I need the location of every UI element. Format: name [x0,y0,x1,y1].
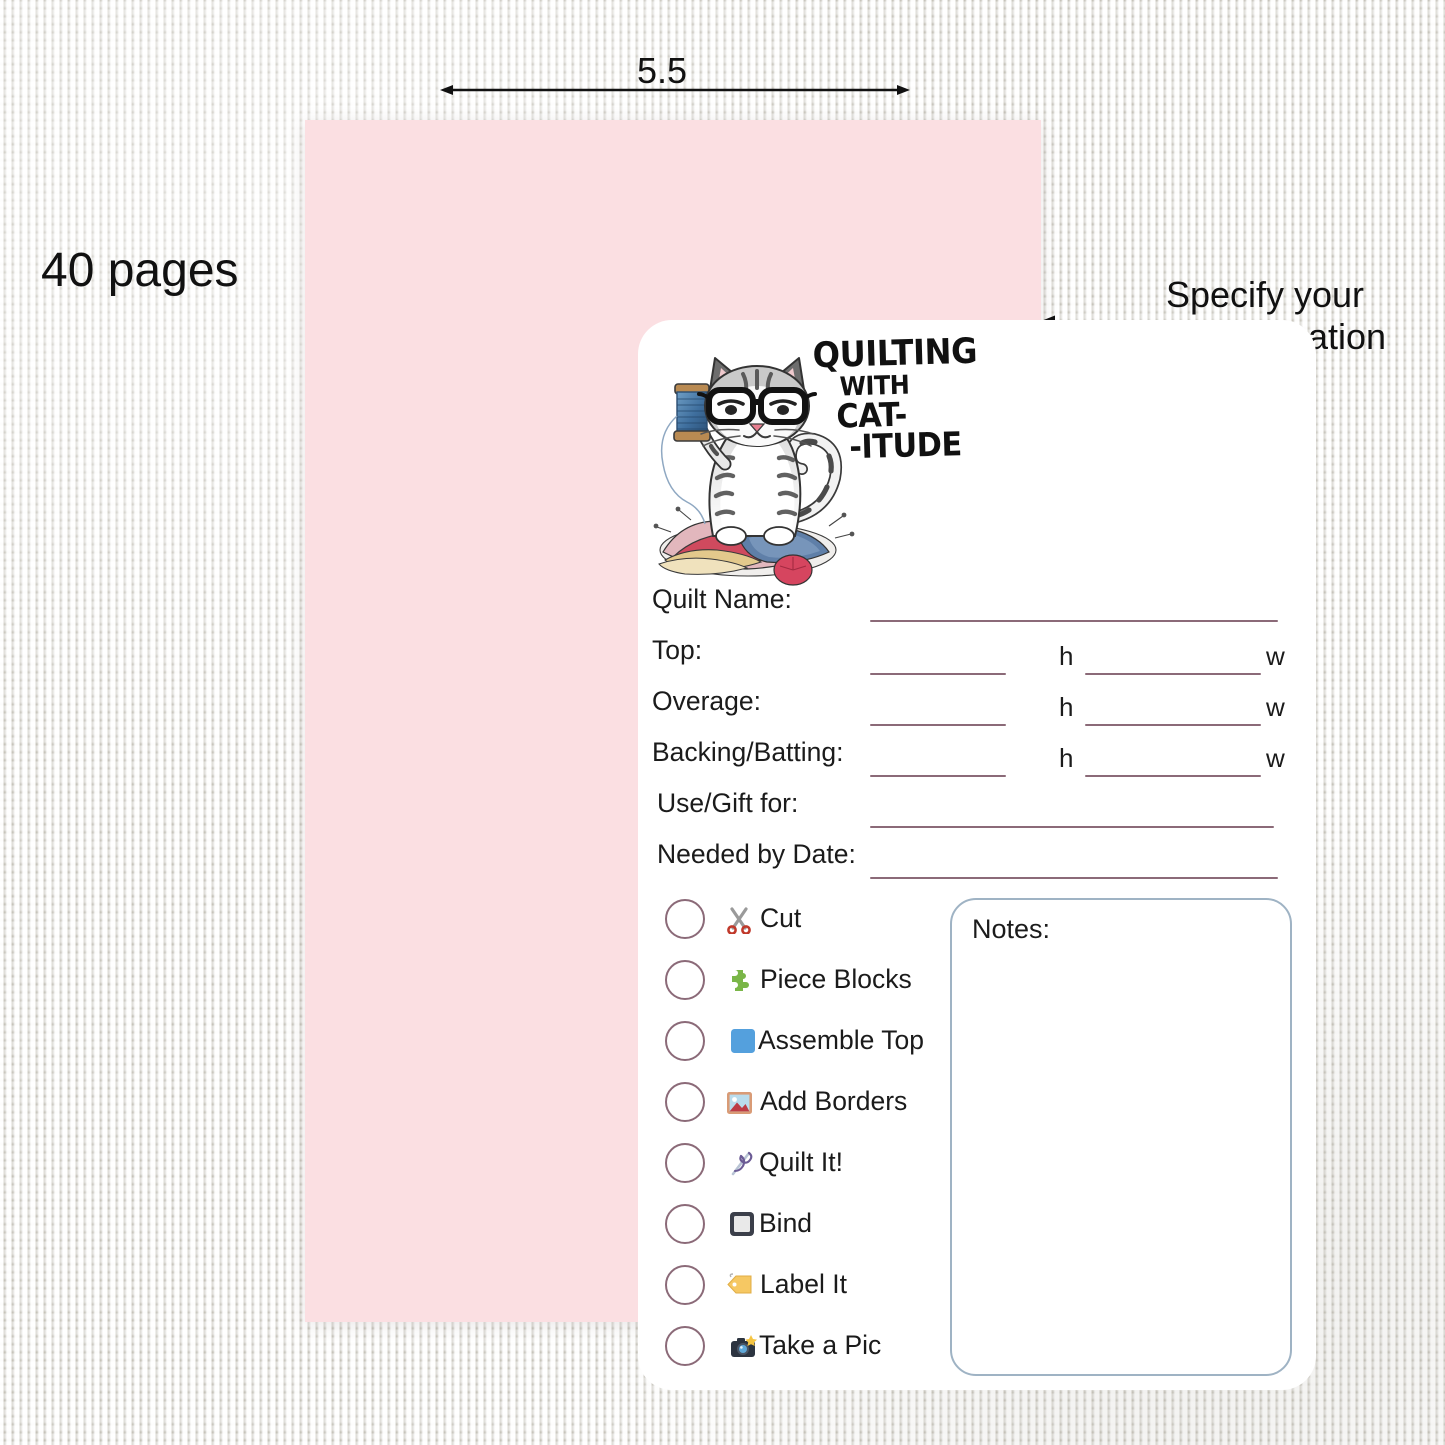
top-label: Top: [652,635,703,665]
form-row-backing-batting: Backing/Batting: h w [638,735,1316,786]
checklist-label-take-a-pic: Take a Pic [759,1330,882,1360]
checklist-label-label-it: Label It [760,1269,847,1299]
backing-width-input-line[interactable] [1085,775,1261,777]
needed-by-date-input-line[interactable] [870,877,1278,879]
puzzle-piece-icon [719,966,759,994]
form-row-use-gift-for: Use/Gift for: [638,786,1316,837]
quilt-name-input-line[interactable] [870,620,1278,622]
overage-width-input-line[interactable] [1085,724,1261,726]
brand-line-4: -ITUDE [848,424,963,467]
blue-square-icon [723,1027,763,1055]
checklist-label-bind: Bind [759,1208,813,1238]
checkbox-assemble-top[interactable] [665,1020,705,1061]
checklist-label-piece-blocks: Piece Blocks [760,964,912,994]
overage-height-unit: h [1059,692,1074,722]
notes-label: Notes: [972,914,1051,944]
quilt-details-form: Quilt Name: Top: h w Overage: h w Backin… [638,582,1316,888]
scissors-icon [719,904,759,934]
overage-label: Overage: [652,686,762,716]
form-row-needed-by-date: Needed by Date: [638,837,1316,888]
checkbox-bind[interactable] [665,1203,705,1244]
quilt-name-label: Quilt Name: [652,584,792,614]
camera-with-flash-icon [723,1332,763,1359]
checklist-item-label-it[interactable]: Label It [652,1254,962,1315]
backing-width-unit: w [1266,743,1285,773]
brand-line-1: QUILTING [812,331,978,377]
label-tag-icon [719,1271,759,1298]
use-gift-for-label: Use/Gift for: [657,788,799,818]
form-row-overage: Overage: h w [638,684,1316,735]
checkbox-take-a-pic[interactable] [665,1325,705,1366]
planner-page-sheet: QUILTING WITH CAT- -ITUDE Quilt Name: To… [305,120,1316,1390]
sewing-needle-icon [722,1148,762,1177]
brand-title: QUILTING WITH CAT- -ITUDE [812,331,978,467]
pages-count-annotation: 40 pages [41,244,239,297]
use-gift-for-input-line[interactable] [870,826,1274,828]
overage-width-unit: w [1266,692,1285,722]
checkbox-quilt-it[interactable] [665,1142,705,1183]
top-height-unit: h [1059,641,1074,671]
checklist-item-bind[interactable]: Bind [652,1193,962,1254]
overage-height-input-line[interactable] [870,724,1006,726]
checklist-item-piece-blocks[interactable]: Piece Blocks [652,949,962,1010]
white-square-button-icon [722,1210,762,1238]
checkbox-piece-blocks[interactable] [665,959,705,1000]
planner-card: QUILTING WITH CAT- -ITUDE Quilt Name: To… [638,320,1316,1390]
checklist-item-add-borders[interactable]: Add Borders [652,1071,962,1132]
needed-by-date-label: Needed by Date: [657,839,856,869]
checklist-item-assemble-top[interactable]: Assemble Top [652,1010,962,1071]
top-width-unit: w [1266,641,1285,671]
backing-height-input-line[interactable] [870,775,1006,777]
form-row-quilt-name: Quilt Name: [638,582,1316,633]
notes-panel[interactable]: Notes: [950,898,1292,1376]
checkbox-label-it[interactable] [665,1264,705,1305]
quilt-progress-checklist: Cut Piece Blocks Assemble Top Add Border… [652,888,962,1376]
checklist-label-quilt-it: Quilt It! [759,1147,843,1177]
checklist-item-quilt-it[interactable]: Quilt It! [652,1132,962,1193]
framed-picture-icon [719,1088,759,1115]
top-height-input-line[interactable] [870,673,1006,675]
backing-batting-label: Backing/Batting: [652,737,844,767]
checklist-label-cut: Cut [760,903,802,933]
checkbox-cut[interactable] [665,898,705,939]
card-header: QUILTING WITH CAT- -ITUDE [638,320,1316,588]
checklist-label-add-borders: Add Borders [760,1086,908,1116]
checklist-label-assemble-top: Assemble Top [758,1025,924,1055]
form-row-top: Top: h w [638,633,1316,684]
top-width-input-line[interactable] [1085,673,1261,675]
checklist-item-take-a-pic[interactable]: Take a Pic [652,1315,962,1376]
backing-height-unit: h [1059,743,1074,773]
width-dimension-arrow [440,85,910,95]
checkbox-add-borders[interactable] [665,1081,705,1122]
checklist-item-cut[interactable]: Cut [652,888,962,949]
